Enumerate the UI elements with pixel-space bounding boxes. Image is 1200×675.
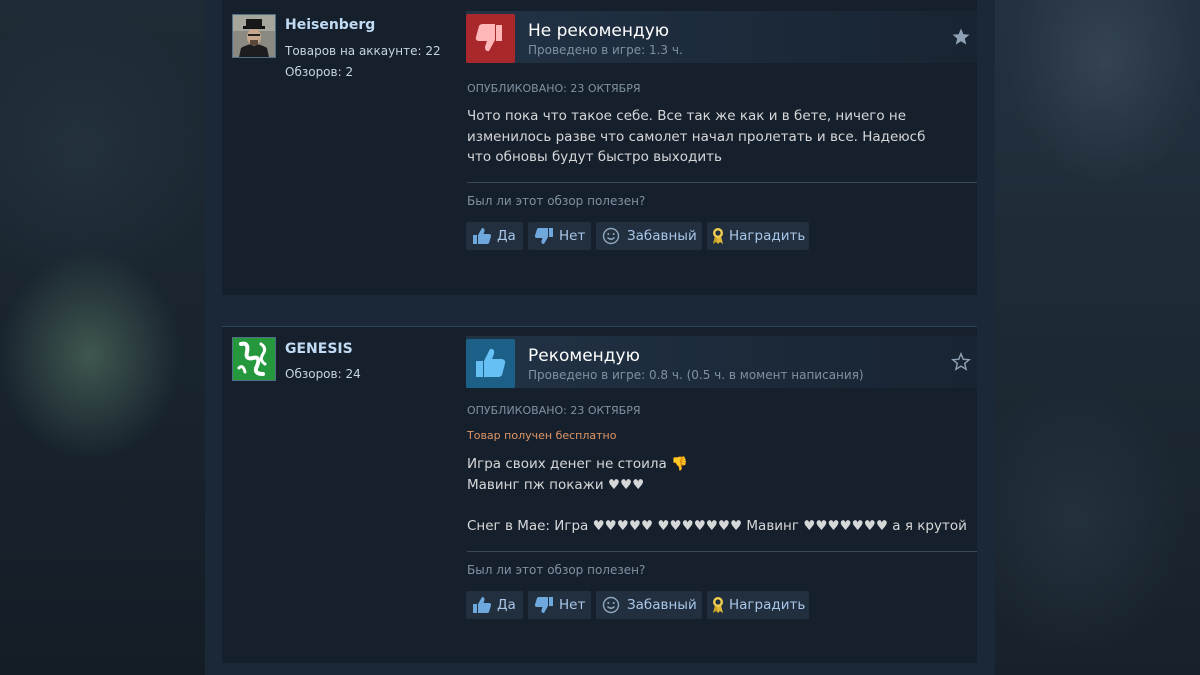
posted-date: ОПУБЛИКОВАНО: 23 ОКТЯБРЯ — [467, 82, 641, 95]
vote-yes-button[interactable]: Да — [466, 591, 523, 619]
vote-no-label: Нет — [559, 597, 586, 613]
review-verdict: Рекомендую — [528, 346, 640, 366]
playtime: Проведено в игре: 1.3 ч. — [528, 43, 683, 57]
review-text-line: Мавинг пж покажи ♥♥♥ — [467, 476, 645, 493]
divider — [467, 182, 977, 183]
author-products-count[interactable]: Товаров на аккаунте: 22 — [285, 44, 441, 58]
author-reviews-count[interactable]: Обзоров: 2 — [285, 65, 353, 79]
review-verdict: Не рекомендую — [528, 21, 670, 41]
star-icon[interactable] — [951, 352, 971, 372]
review-text-line — [467, 495, 957, 516]
thumbs-up-icon — [472, 227, 492, 245]
star-icon[interactable] — [951, 27, 971, 47]
review-verdict-header[interactable]: Не рекомендую Проведено в игре: 1.3 ч. — [466, 11, 977, 63]
thumbs-down-icon — [466, 14, 515, 63]
thumbs-down-icon — [534, 227, 554, 245]
review-card: GENESIS Обзоров: 24 Рекомендую Проведено… — [222, 326, 977, 663]
award-label: Наградить — [729, 228, 806, 244]
review-text: Игра своих денег не стоила 👎 Мавинг пж п… — [467, 454, 967, 536]
vote-yes-button[interactable]: Да — [466, 222, 523, 250]
vote-funny-button[interactable]: Забавный — [596, 591, 702, 619]
author-name[interactable]: Heisenberg — [285, 17, 375, 33]
posted-date: ОПУБЛИКОВАНО: 23 ОКТЯБРЯ — [467, 404, 641, 417]
playtime: Проведено в игре: 0.8 ч. (0.5 ч. в момен… — [528, 368, 864, 382]
award-label: Наградить — [729, 597, 806, 613]
award-ribbon-icon — [710, 227, 726, 245]
vote-funny-label: Забавный — [627, 597, 697, 613]
vote-no-label: Нет — [559, 228, 586, 244]
avatar-image — [233, 15, 275, 57]
review-text-line: Чото пока что такое себе. Все так же как… — [467, 108, 907, 124]
divider — [467, 551, 977, 552]
page-background-right — [995, 0, 1200, 675]
helpful-question: Был ли этот обзор полезен? — [467, 194, 646, 208]
author-name[interactable]: GENESIS — [285, 341, 353, 357]
smiley-icon — [602, 596, 622, 614]
review-text-line: изменилось разве что самолет начал проле… — [467, 128, 926, 145]
vote-no-button[interactable]: Нет — [528, 591, 591, 619]
author-reviews-count[interactable]: Обзоров: 24 — [285, 367, 361, 381]
review-text: Чото пока что такое себе. Все так же как… — [467, 106, 957, 168]
vote-yes-label: Да — [497, 597, 516, 613]
vote-no-button[interactable]: Нет — [528, 222, 591, 250]
page-background-left — [0, 0, 205, 675]
received-free-note: Товар получен бесплатно — [467, 429, 617, 442]
vote-yes-label: Да — [497, 228, 516, 244]
review-verdict-header[interactable]: Рекомендую Проведено в игре: 0.8 ч. (0.5… — [466, 336, 977, 388]
vote-funny-button[interactable]: Забавный — [596, 222, 702, 250]
award-button[interactable]: Наградить — [707, 222, 809, 250]
thumbs-up-icon — [466, 339, 515, 388]
author-avatar[interactable] — [232, 14, 276, 58]
award-button[interactable]: Наградить — [707, 591, 809, 619]
thumbs-down-icon — [534, 596, 554, 614]
review-text-line: Снег в Мае: Игра ♥♥♥♥♥ ♥♥♥♥♥♥♥ Мавинг ♥♥… — [467, 517, 967, 534]
avatar-image — [233, 338, 275, 380]
author-avatar[interactable] — [232, 337, 276, 381]
vote-funny-label: Забавный — [627, 228, 697, 244]
helpful-question: Был ли этот обзор полезен? — [467, 563, 646, 577]
smiley-icon — [602, 227, 622, 245]
review-text-line: Игра своих денег не стоила 👎 — [467, 456, 688, 472]
review-card: Heisenberg Товаров на аккаунте: 22 Обзор… — [222, 0, 977, 295]
thumbs-up-icon — [472, 596, 492, 614]
review-text-line: что обновы будут быстро выходить — [467, 149, 722, 165]
award-ribbon-icon — [710, 596, 726, 614]
